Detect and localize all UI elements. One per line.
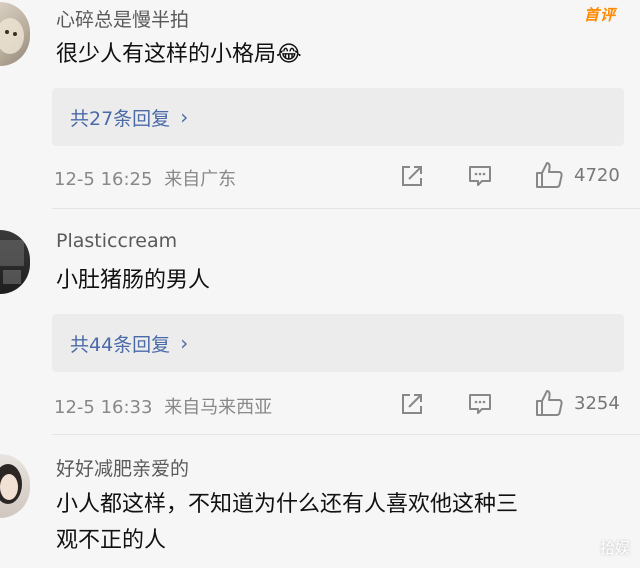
share-icon[interactable] bbox=[398, 390, 426, 418]
replies-label: 共27条回复 bbox=[70, 107, 171, 130]
comment-time: 12-5 16:33 bbox=[54, 397, 153, 418]
avatar[interactable] bbox=[0, 2, 30, 66]
watermark: 拾娱 bbox=[599, 539, 630, 557]
replies-button[interactable]: 共44条回复 › bbox=[52, 314, 624, 372]
avatar[interactable] bbox=[0, 454, 30, 518]
divider bbox=[52, 434, 640, 435]
divider bbox=[52, 208, 640, 209]
username[interactable]: 心碎总是慢半拍 bbox=[56, 5, 189, 32]
avatar[interactable] bbox=[0, 230, 30, 294]
username[interactable]: 好好减肥亲爱的 bbox=[56, 454, 189, 481]
comment-text: 小肚猪肠的男人 bbox=[56, 268, 211, 293]
comment-time: 12-5 16:25 bbox=[54, 169, 153, 190]
first-comment-badge: 首评 bbox=[583, 6, 616, 24]
username[interactable]: Plasticcream bbox=[56, 230, 177, 252]
replies-button[interactable]: 共27条回复 › bbox=[52, 88, 624, 146]
share-icon[interactable] bbox=[398, 162, 426, 190]
chevron-right-icon: › bbox=[180, 331, 189, 355]
comment-location: 来自马来西亚 bbox=[164, 397, 273, 418]
comment-item: 好好减肥亲爱的 小人都这样，不知道为什么还有人喜欢他这种三 观不正的人 bbox=[0, 444, 640, 568]
comment-text: 很少人有这样的小格局😂 bbox=[56, 42, 302, 67]
chevron-right-icon: › bbox=[180, 105, 189, 129]
replies-label: 共44条回复 bbox=[70, 333, 171, 356]
comment-location: 来自广东 bbox=[164, 169, 237, 190]
comment-text-line-1: 小人都这样，不知道为什么还有人喜欢他这种三 bbox=[56, 492, 519, 517]
like-count: 4720 bbox=[574, 165, 620, 186]
like-count: 3254 bbox=[574, 393, 620, 414]
comment-text-line-2: 观不正的人 bbox=[56, 528, 167, 553]
comment-icon[interactable] bbox=[466, 390, 494, 418]
thumbs-up-icon[interactable] bbox=[534, 160, 564, 190]
comment-item: 心碎总是慢半拍 首评 很少人有这样的小格局😂 共27条回复 › 12-5 16:… bbox=[0, 0, 640, 200]
thumbs-up-icon[interactable] bbox=[534, 388, 564, 418]
comment-meta: 12-5 16:33 来自马来西亚 bbox=[54, 393, 272, 419]
comment-item: Plasticcream 小肚猪肠的男人 共44条回复 › 12-5 16:33… bbox=[0, 222, 640, 432]
comment-meta: 12-5 16:25 来自广东 bbox=[54, 165, 236, 191]
comment-icon[interactable] bbox=[466, 162, 494, 190]
